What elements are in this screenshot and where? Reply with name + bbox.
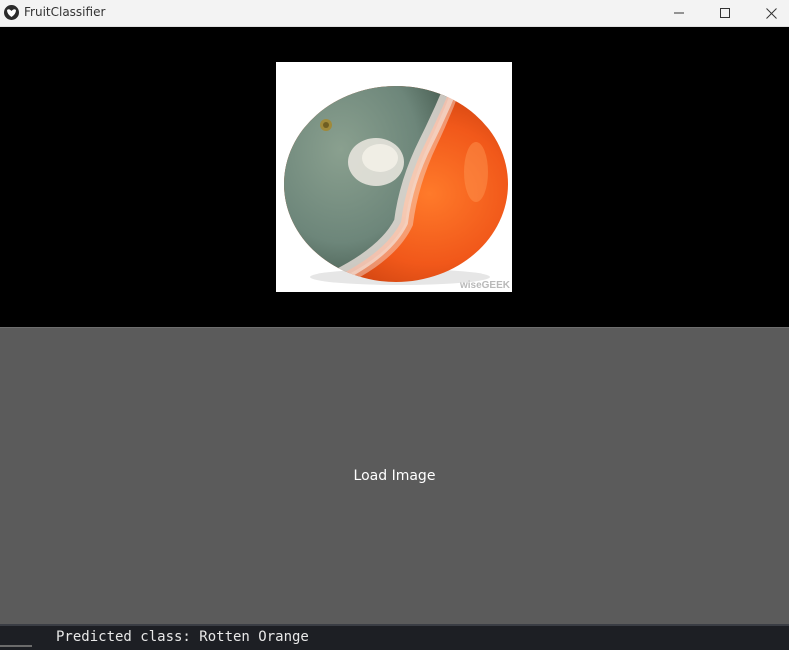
- close-icon: [765, 7, 777, 19]
- prediction-status-bar: Predicted class: Rotten Orange: [0, 624, 789, 650]
- close-button[interactable]: [748, 0, 789, 26]
- image-display-panel: wiseGEEK: [0, 27, 789, 327]
- minimize-icon: [674, 12, 684, 14]
- title-bar[interactable]: FruitClassifier: [0, 0, 789, 27]
- window-title: FruitClassifier: [24, 5, 106, 19]
- load-image-button-label: Load Image: [353, 468, 436, 484]
- app-logo-icon: [4, 5, 19, 20]
- maximize-button[interactable]: [702, 0, 748, 26]
- prediction-text: Predicted class: Rotten Orange: [56, 629, 309, 645]
- rotten-orange-photo: wiseGEEK: [276, 62, 512, 292]
- photo-watermark: wiseGEEK: [459, 280, 510, 291]
- minimize-button[interactable]: [656, 0, 702, 26]
- status-indicator: [0, 645, 32, 647]
- app-window: FruitClassifier wiseGEEK Load Image Pred…: [0, 0, 789, 650]
- maximize-icon: [720, 8, 730, 18]
- load-image-button[interactable]: Load Image: [0, 327, 789, 624]
